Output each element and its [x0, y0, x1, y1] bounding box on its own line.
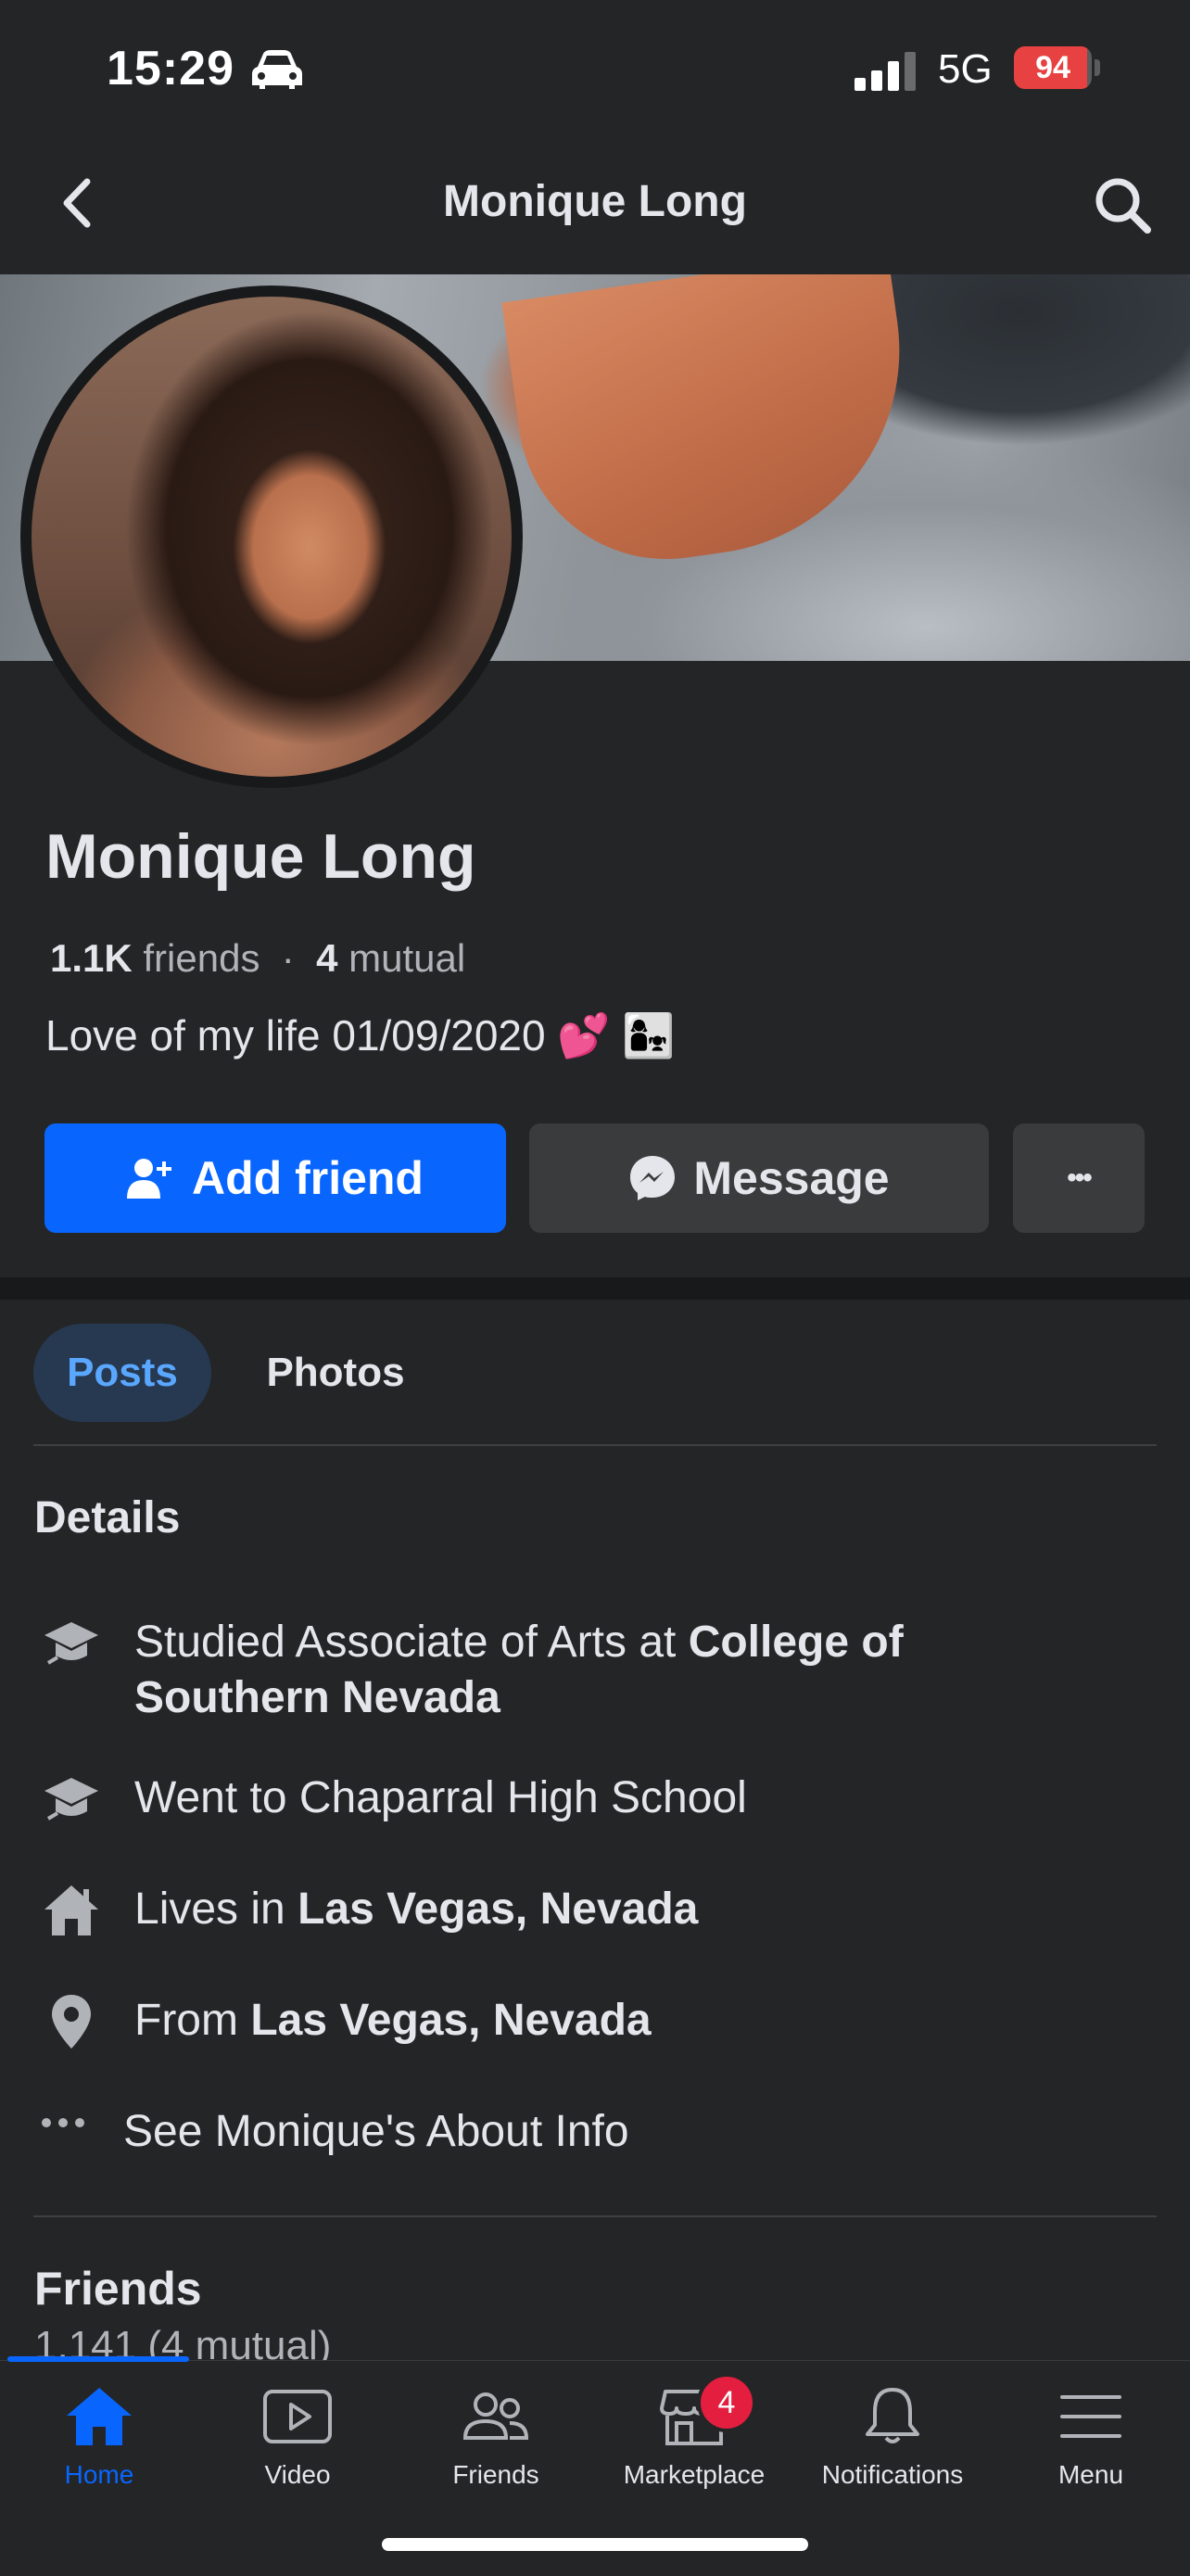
nav-label: Home [64, 2460, 134, 2489]
battery-indicator: 94 [1014, 46, 1092, 89]
video-icon [263, 2390, 332, 2443]
detail-hometown: From Las Vegas, Nevada [134, 1993, 652, 2049]
detail-education-highschool: Went to Chaparral High School [134, 1773, 747, 1822]
graduation-cap-icon [44, 1622, 98, 1665]
nav-marketplace[interactable]: Marketplace [595, 2384, 793, 2523]
cellular-signal-icon [855, 52, 916, 91]
friends-heading: Friends [34, 2263, 202, 2315]
search-icon[interactable] [1092, 174, 1153, 235]
friends-count: 1.1K [50, 936, 133, 980]
graduation-cap-icon [44, 1778, 98, 1821]
location-pin-icon [52, 1995, 91, 2049]
car-icon [252, 50, 302, 89]
bell-icon [866, 2388, 919, 2443]
cover-photo-subject [501, 274, 926, 578]
nav-label: Marketplace [623, 2460, 766, 2489]
nav-label: Notifications [821, 2460, 964, 2489]
marketplace-badge: 4 [697, 2373, 756, 2432]
page-title: Monique Long [443, 177, 747, 226]
nav-active-indicator [7, 2356, 189, 2362]
detail-lives-in: Lives in Las Vegas, Nevada [134, 1882, 698, 1937]
nav-home[interactable]: Home [0, 2384, 198, 2523]
see-about-info-link[interactable]: See Monique's About Info [123, 2104, 629, 2160]
nav-friends[interactable]: Friends [397, 2384, 595, 2523]
separator-dot: · [281, 936, 295, 980]
mutual-count: 4 [316, 936, 338, 980]
details-heading: Details [34, 1493, 181, 1542]
profile-name: Monique Long [45, 821, 476, 892]
battery-tip [1095, 59, 1100, 76]
battery-level: 94 [1035, 50, 1070, 85]
more-dots-icon [42, 2118, 84, 2127]
section-divider [0, 1277, 1190, 1300]
detail-prefix: Lives in [134, 1884, 298, 1934]
menu-icon [1060, 2395, 1121, 2438]
more-options-button[interactable]: ••• [1013, 1123, 1145, 1233]
tab-posts[interactable]: Posts [33, 1324, 211, 1422]
nav-label: Menu [1057, 2460, 1124, 2489]
nav-label: Friends [452, 2460, 539, 2489]
detail-prefix: From [134, 1996, 251, 2045]
profile-avatar[interactable] [32, 297, 512, 777]
message-button[interactable]: Message [529, 1123, 989, 1233]
status-time: 15:29 [107, 42, 234, 95]
friends-label: friends [143, 936, 260, 980]
mutual-label: mutual [348, 936, 466, 980]
home-icon [44, 1885, 98, 1935]
nav-label: Video [264, 2460, 331, 2489]
tabs-divider [33, 1444, 1157, 1446]
add-person-icon [127, 1159, 171, 1199]
network-type: 5G [938, 46, 993, 92]
home-indicator [382, 2538, 808, 2551]
home-icon [67, 2388, 132, 2445]
nav-notifications[interactable]: Notifications [793, 2384, 992, 2523]
more-dots-icon: ••• [1067, 1162, 1092, 1193]
nav-menu[interactable]: Menu [992, 2384, 1190, 2523]
detail-education-college: Studied Associate of Arts at College of … [134, 1615, 1061, 1726]
detail-hometown-link[interactable]: Las Vegas, Nevada [250, 1996, 651, 2045]
detail-prefix: Studied Associate of Arts at [134, 1618, 689, 1667]
nav-video[interactable]: Video [198, 2384, 397, 2523]
friends-summary[interactable]: 1.1K friends · 4 mutual [50, 936, 465, 981]
profile-bio: Love of my life 01/09/2020 💕 👩‍👧 [45, 1011, 676, 1060]
details-divider [33, 2215, 1157, 2217]
message-label: Message [693, 1152, 890, 1204]
friends-icon [462, 2392, 529, 2440]
add-friend-label: Add friend [192, 1152, 424, 1204]
detail-current-city-link[interactable]: Las Vegas, Nevada [298, 1884, 698, 1934]
messenger-icon [630, 1156, 676, 1200]
add-friend-button[interactable]: Add friend [44, 1123, 506, 1233]
tab-photos[interactable]: Photos [243, 1324, 428, 1422]
